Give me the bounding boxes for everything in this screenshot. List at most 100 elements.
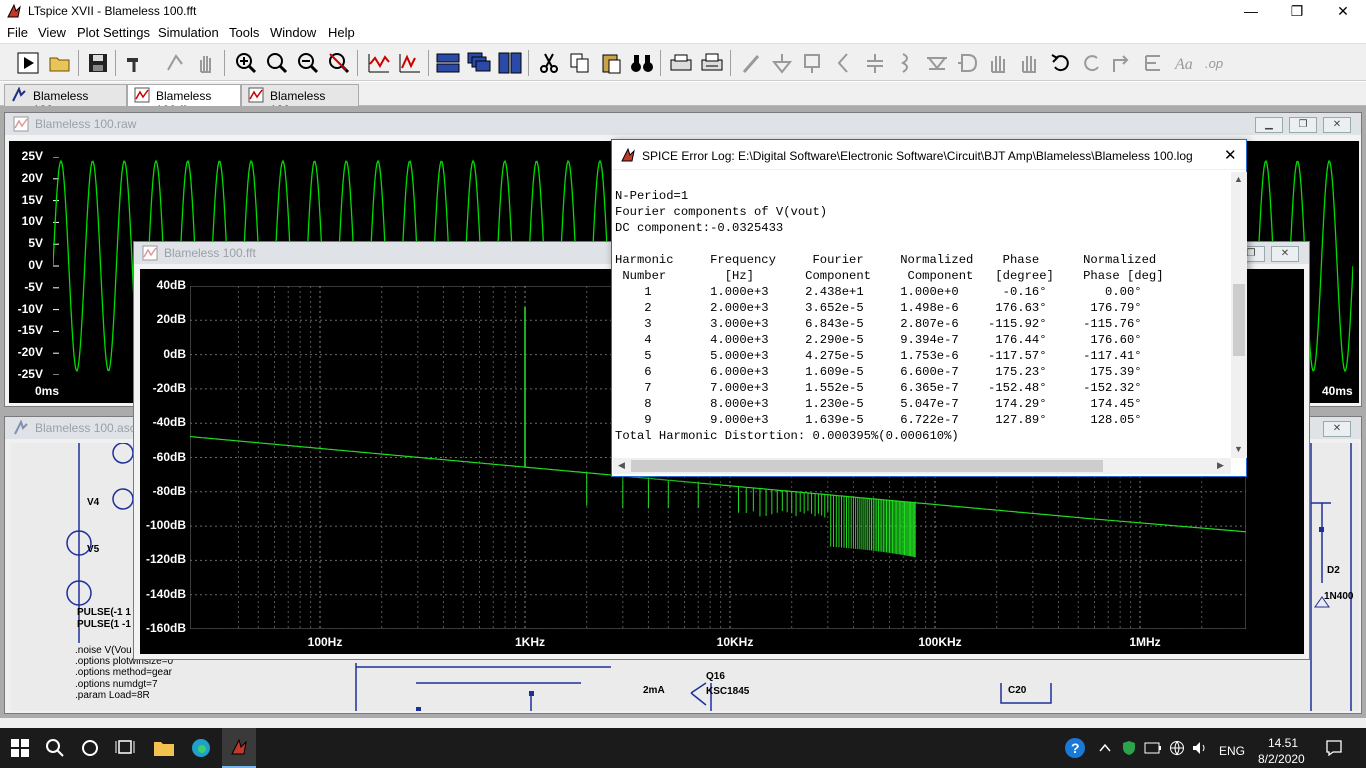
inductor-icon[interactable] (893, 50, 919, 76)
clock-time[interactable]: 14.51 (1268, 736, 1298, 750)
tab-asc[interactable]: Blameless 100.asc (4, 84, 127, 106)
svg-text:?: ? (1071, 740, 1080, 756)
error-log-titlebar[interactable]: SPICE Error Log: E:\Digital Software\Ele… (612, 140, 1246, 170)
search-icon[interactable] (43, 736, 67, 760)
text-icon[interactable]: Aa (1172, 50, 1198, 76)
battery-icon[interactable] (1141, 736, 1165, 760)
close-button[interactable]: ✕ (1320, 0, 1366, 22)
fft-y-tick-label: -120dB (140, 552, 186, 566)
options-numdgt: .options numdgt=7 (75, 679, 158, 690)
manual-limits-icon[interactable] (397, 50, 423, 76)
zoom-full-icon[interactable] (264, 50, 290, 76)
cascade-icon[interactable] (466, 50, 492, 76)
halt-run-icon[interactable] (162, 50, 188, 76)
raw-y-tick-label: -25V (5, 367, 43, 381)
task-view-icon[interactable] (113, 736, 137, 760)
ltspice-logo-icon (620, 147, 636, 163)
horizontal-scrollbar[interactable]: ◀ ▶ (613, 458, 1231, 474)
run-icon[interactable] (15, 50, 41, 76)
raw-y-tick-label: -5V (5, 280, 43, 294)
spice-directive-icon[interactable]: .op (1203, 50, 1229, 76)
menu-tools[interactable]: Tools (229, 25, 259, 40)
menu-simulation[interactable]: Simulation (158, 25, 219, 40)
app-title: LTspice XVII - Blameless 100.fft (28, 4, 196, 18)
noise-directive: .noise V(Vou (75, 645, 132, 656)
drag-hand-icon[interactable] (1017, 50, 1043, 76)
error-log-line: Total Harmonic Distortion: 0.000395%(0.0… (615, 428, 1164, 444)
fft-x-tick-label: 1KHz (505, 635, 555, 649)
error-log-line: 5 5.000e+3 4.275e-5 1.753e-6 -117.57° -1… (615, 348, 1164, 364)
zoom-out-icon[interactable] (295, 50, 321, 76)
capacitor-icon[interactable] (862, 50, 888, 76)
cut-scissors-icon[interactable] (536, 50, 562, 76)
menu-plot-settings[interactable]: Plot Settings (77, 25, 150, 40)
q16-label: Q16 (706, 671, 725, 682)
menu-window[interactable]: Window (270, 25, 316, 40)
notification-center-icon[interactable] (1322, 736, 1346, 760)
save-icon[interactable] (85, 50, 111, 76)
open-folder-icon[interactable] (47, 50, 73, 76)
raw-window-title: Blameless 100.raw (35, 117, 136, 131)
autorange-icon[interactable] (366, 50, 392, 76)
mirror-icon[interactable] (1141, 50, 1167, 76)
child-minimize-button[interactable]: ▁ (1255, 117, 1283, 133)
rotate-icon[interactable] (1110, 50, 1136, 76)
security-shield-icon[interactable] (1117, 736, 1141, 760)
raw-window-titlebar[interactable]: Blameless 100.raw (5, 113, 1361, 135)
fft-y-tick-label: -160dB (140, 621, 186, 635)
print-icon[interactable] (699, 50, 725, 76)
tile-vertical-icon[interactable] (497, 50, 523, 76)
child-restore-button[interactable]: ❐ (1289, 117, 1317, 133)
tab-fft[interactable]: Blameless 100.fft (127, 84, 241, 106)
find-binoculars-icon[interactable] (629, 50, 655, 76)
error-log-line: Fourier components of V(vout) (615, 204, 1164, 220)
child-close-button[interactable]: ✕ (1323, 421, 1351, 437)
undo-icon[interactable] (1048, 50, 1074, 76)
windows-start-icon[interactable] (8, 736, 32, 760)
edge-browser-icon[interactable] (189, 736, 213, 760)
child-close-button[interactable]: ✕ (1271, 246, 1299, 262)
cortana-icon[interactable] (78, 736, 102, 760)
tile-horizontal-icon[interactable] (435, 50, 461, 76)
diode-icon[interactable] (924, 50, 950, 76)
menu-view[interactable]: View (38, 25, 66, 40)
toolbar-separator (428, 50, 429, 76)
copy-icon[interactable] (567, 50, 593, 76)
waveform-icon (142, 245, 158, 261)
redo-icon[interactable] (1079, 50, 1105, 76)
error-log-line: Number [Hz] Component Component [degree]… (615, 268, 1164, 284)
clock-date[interactable]: 8/2/2020 (1258, 752, 1305, 766)
pan-hand-icon[interactable] (193, 50, 219, 76)
component-icon[interactable] (955, 50, 981, 76)
file-explorer-icon[interactable] (152, 736, 176, 760)
maximize-button[interactable]: ❐ (1274, 0, 1320, 22)
control-panel-hammer-icon[interactable] (122, 50, 148, 76)
error-log-line: 7 7.000e+3 1.552e-5 6.365e-7 -152.48° -1… (615, 380, 1164, 396)
menu-help[interactable]: Help (328, 25, 355, 40)
paste-icon[interactable] (598, 50, 624, 76)
zoom-cancel-icon[interactable] (326, 50, 352, 76)
tab-raw[interactable]: Blameless 100.raw (241, 84, 359, 106)
move-hand-icon[interactable] (986, 50, 1012, 76)
raw-y-tick-label: 20V (5, 171, 43, 185)
network-globe-icon[interactable] (1165, 736, 1189, 760)
ltspice-taskbar-button[interactable] (222, 728, 256, 768)
volume-speaker-icon[interactable] (1188, 736, 1212, 760)
ground-icon[interactable] (769, 50, 795, 76)
draw-wire-pencil-icon[interactable] (738, 50, 764, 76)
zoom-in-icon[interactable] (233, 50, 259, 76)
label-net-icon[interactable] (800, 50, 826, 76)
app-title-bar: LTspice XVII - Blameless 100.fft — ❐ ✕ (0, 0, 1366, 22)
input-language-indicator[interactable]: ENG (1219, 744, 1245, 758)
child-close-button[interactable]: ✕ (1323, 117, 1351, 133)
error-log-close-button[interactable]: ✕ (1224, 146, 1237, 164)
raw-y-tick-label: -20V (5, 345, 43, 359)
vertical-scrollbar[interactable]: ▲ ▼ (1231, 172, 1247, 458)
resistor-icon[interactable] (831, 50, 857, 76)
menu-file[interactable]: File (7, 25, 28, 40)
print-preview-icon[interactable] (668, 50, 694, 76)
minimize-button[interactable]: — (1228, 0, 1274, 22)
fft-x-tick-label: 10KHz (710, 635, 760, 649)
help-icon[interactable]: ? (1063, 736, 1087, 760)
show-hidden-icons-chevron[interactable] (1093, 736, 1117, 760)
